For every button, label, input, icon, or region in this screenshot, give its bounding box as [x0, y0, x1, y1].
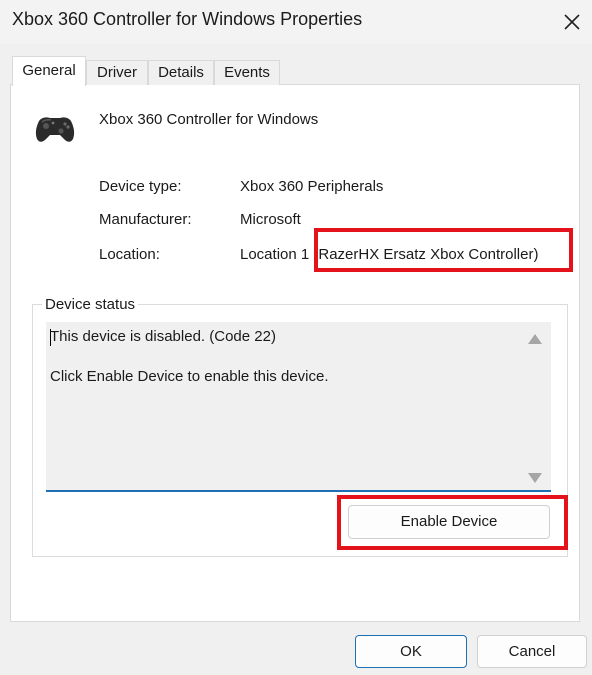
- device-type-value: Xbox 360 Peripherals: [240, 178, 384, 195]
- tab-strip: General Driver Details Events: [12, 56, 292, 86]
- device-status-textbox[interactable]: [46, 322, 551, 492]
- close-button[interactable]: [554, 4, 590, 40]
- ok-button[interactable]: OK: [355, 635, 467, 668]
- location-label: Location:: [99, 246, 160, 263]
- location-highlight-box: [314, 228, 573, 272]
- status-line-2: Click Enable Device to enable this devic…: [50, 368, 329, 385]
- close-icon: [564, 14, 580, 30]
- tab-events-label: Events: [224, 64, 270, 81]
- manufacturer-value: Microsoft: [240, 211, 301, 228]
- window-title: Xbox 360 Controller for Windows Properti…: [12, 9, 363, 29]
- cancel-label: Cancel: [508, 643, 556, 660]
- tab-details-label: Details: [158, 64, 204, 81]
- cancel-button[interactable]: Cancel: [477, 635, 587, 668]
- gamepad-icon: [35, 117, 75, 142]
- tab-events[interactable]: Events: [214, 60, 280, 85]
- tab-details[interactable]: Details: [148, 60, 214, 85]
- device-name: Xbox 360 Controller for Windows: [99, 111, 319, 128]
- manufacturer-label: Manufacturer:: [99, 211, 192, 228]
- tab-driver[interactable]: Driver: [86, 60, 148, 85]
- ok-label: OK: [400, 643, 422, 660]
- enable-button-highlight-box: [337, 495, 568, 550]
- device-type-label: Device type:: [99, 178, 182, 195]
- tab-general-label: General: [22, 62, 76, 79]
- tab-driver-label: Driver: [97, 64, 137, 81]
- scroll-down-arrow-icon[interactable]: [527, 472, 543, 484]
- status-line-1: This device is disabled. (Code 22): [50, 328, 276, 345]
- title-bar: Xbox 360 Controller for Windows Properti…: [0, 0, 592, 44]
- device-status-label: Device status: [42, 296, 139, 313]
- tab-general[interactable]: General: [12, 56, 86, 86]
- scroll-up-arrow-icon[interactable]: [527, 333, 543, 345]
